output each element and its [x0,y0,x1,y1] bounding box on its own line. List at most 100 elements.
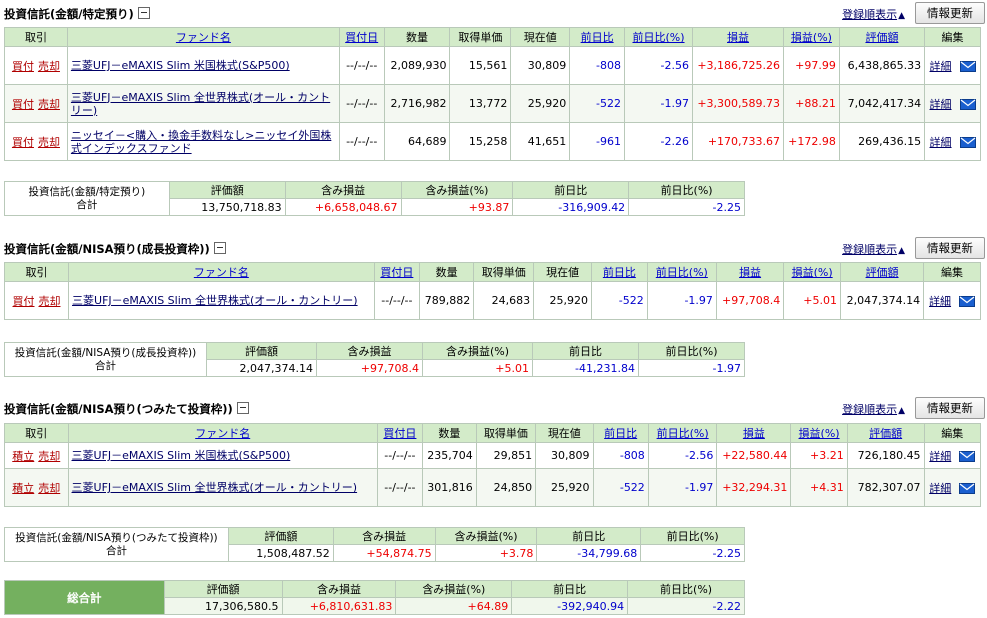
mail-icon[interactable] [959,98,976,110]
col-trade: 取引 [3,262,70,282]
buy-link[interactable]: 買付 [12,136,34,149]
sort-registration-order-link[interactable]: 登録順表示▲ [842,6,905,22]
mail-icon[interactable] [959,136,976,148]
fund-name-link[interactable]: 三菱UFJ－eMAXIS Slim 全世界株式(オール・カントリー) [72,294,358,307]
quantity: 235,704 [421,442,477,469]
accumulate-link[interactable]: 積立 [12,482,34,495]
quantity: 64,689 [383,122,451,161]
col-edit: 編集 [923,423,982,443]
cost-price: 24,850 [475,468,537,507]
sum-day-change: -41,231.84 [532,359,639,377]
collapse-icon[interactable] [137,7,150,19]
sell-link[interactable]: 売却 [38,136,60,149]
sum-col-day-change: 前日比 [512,181,630,199]
col-trade: 取引 [4,27,68,47]
sum-value: 1,508,487.52 [227,544,334,562]
sum-col-day-change-pct: 前日比(%) [627,580,745,598]
fund-name-link[interactable]: 三菱UFJ－eMAXIS Slim 全世界株式(オール・カントリー) [72,481,358,494]
detail-link[interactable]: 詳細 [929,482,951,495]
buy-date: --/--/-- [376,442,423,469]
quantity: 2,716,982 [383,84,451,123]
detail-link[interactable]: 詳細 [930,60,952,73]
table-header-row: 取引 ファンド名 買付日 数量 取得単価 現在値 前日比 前日比(%) 損益 損… [4,423,982,443]
col-pl-pct-sort[interactable]: 損益(%) [783,262,842,282]
col-day-change-pct-sort[interactable]: 前日比(%) [646,262,717,282]
sort-registration-order-link[interactable]: 登録順表示▲ [842,401,905,417]
fund-name-link[interactable]: 三菱UFJ－eMAXIS Slim 米国株式(S&P500) [71,59,290,72]
col-day-change-pct-sort[interactable]: 前日比(%) [624,27,693,47]
detail-link[interactable]: 詳細 [930,136,952,149]
col-value-sort[interactable]: 評価額 [840,262,925,282]
mail-icon[interactable] [959,450,976,462]
grand-total-label: 総合計 [4,580,165,615]
valuation: 269,436.15 [838,122,926,161]
sell-link[interactable]: 売却 [38,60,60,73]
col-day-change-sort[interactable]: 前日比 [592,423,649,443]
col-day-change-sort[interactable]: 前日比 [569,27,626,47]
sell-link[interactable]: 売却 [39,295,61,308]
buy-link[interactable]: 買付 [12,98,34,111]
detail-link[interactable]: 詳細 [929,450,951,463]
current-price: 25,920 [533,281,592,320]
col-day-change-pct-sort[interactable]: 前日比(%) [647,423,718,443]
sum-col-value: 評価額 [227,527,334,545]
table-row: 買付 売却 三菱UFJ－eMAXIS Slim 米国株式(S&P500) --/-… [4,46,981,85]
profit-loss-pct: +5.01 [783,281,842,320]
detail-link[interactable]: 詳細 [930,98,952,111]
col-day-change-sort[interactable]: 前日比 [590,262,648,282]
sort-registration-order-link[interactable]: 登録順表示▲ [842,241,905,257]
fund-name-link[interactable]: 三菱UFJ－eMAXIS Slim 全世界株式(オール・カントリー) [71,91,330,117]
sum-col-value: 評価額 [206,342,317,360]
col-pl-pct-sort[interactable]: 損益(%) [783,27,840,47]
sell-link[interactable]: 売却 [38,482,60,495]
day-change-pct: -2.56 [647,442,718,469]
col-value-sort[interactable]: 評価額 [846,423,925,443]
cost-price: 15,561 [449,46,512,85]
mail-icon[interactable] [959,60,976,72]
col-fund-sort[interactable]: ファンド名 [67,423,378,443]
sell-link[interactable]: 売却 [38,450,60,463]
col-buy-date-sort[interactable]: 買付日 [338,27,385,47]
fund-name-link[interactable]: ニッセイ－<購入・換金手数料なし>ニッセイ外国株式インデックスファンド [71,129,331,155]
sum-day-change-pct: -2.25 [628,198,745,216]
cost-price: 13,772 [449,84,512,123]
sum-col-unrealized: 含み損益 [316,342,423,360]
profit-loss-pct: +3.21 [790,442,848,469]
mail-icon[interactable] [959,295,976,307]
sum-col-day-change-pct: 前日比(%) [640,527,745,545]
col-pl-sort[interactable]: 損益 [715,262,785,282]
quantity: 2,089,930 [383,46,451,85]
accumulate-link[interactable]: 積立 [12,450,34,463]
fund-name-link[interactable]: 三菱UFJ－eMAXIS Slim 米国株式(S&P500) [72,449,291,462]
col-buy-date-sort[interactable]: 買付日 [373,262,421,282]
col-value-sort[interactable]: 評価額 [838,27,926,47]
sum-unrealized-pct: +5.01 [422,359,533,377]
day-change: -808 [569,46,626,85]
sum-col-unrealized-pct: 含み損益(%) [400,181,514,199]
section-title: 投資信託(金額/NISA預り(つみたて投資枠)) [4,401,249,417]
col-fund-sort[interactable]: ファンド名 [66,27,340,47]
refresh-button[interactable]: 情報更新 [915,397,985,419]
day-change: -808 [592,442,649,469]
col-pl-sort[interactable]: 損益 [691,27,785,47]
collapse-icon[interactable] [213,242,226,254]
refresh-button[interactable]: 情報更新 [915,2,985,24]
cost-price: 24,683 [473,281,535,320]
col-pl-sort[interactable]: 損益 [716,423,792,443]
buy-link[interactable]: 買付 [13,295,35,308]
col-pl-pct-sort[interactable]: 損益(%) [790,423,848,443]
section-header-tokutei: 投資信託(金額/特定預り) 登録順表示▲ 情報更新 [4,2,985,24]
buy-date: --/--/-- [338,84,385,123]
pointer-icon: ▲ [898,406,905,416]
col-edit: 編集 [924,27,981,47]
sell-link[interactable]: 売却 [38,98,60,111]
mail-icon[interactable] [959,482,976,494]
collapse-icon[interactable] [236,402,249,414]
refresh-button[interactable]: 情報更新 [915,237,985,259]
col-buy-date-sort[interactable]: 買付日 [376,423,423,443]
detail-link[interactable]: 詳細 [929,295,951,308]
col-fund-sort[interactable]: ファンド名 [68,262,375,282]
sum-day-change-pct: -2.25 [640,544,745,562]
sum-col-unrealized: 含み損益 [281,580,397,598]
buy-link[interactable]: 買付 [12,60,34,73]
